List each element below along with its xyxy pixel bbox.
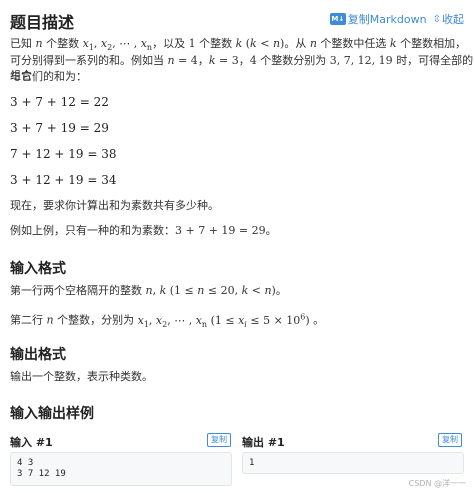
description-line-3: 与它们的和为： — [10, 70, 87, 83]
markdown-icon: M↓ — [329, 13, 346, 25]
copy-markdown-label: 复制Markdown — [347, 13, 427, 26]
task-text: 现在，要求你计算出和为素数共有多少种。 — [10, 199, 219, 212]
double-chevron-icon: ⇳ — [432, 13, 441, 25]
copy-markdown-button[interactable]: M↓ 复制Markdown — [329, 11, 427, 27]
sample-output-label: 输出 #1 — [242, 436, 285, 449]
sample-input-box[interactable]: 4 3 3 7 12 19 — [10, 452, 232, 486]
input-format-line-1: 第一行两个空格隔开的整数 n, k (1 ≤ n ≤ 20, k < n)。 — [10, 284, 287, 297]
sample-output-line-1: 1 — [249, 458, 255, 468]
copy-output-button[interactable]: 复制 — [438, 433, 462, 447]
header-actions: M↓ 复制Markdown ⇳ 收起 — [329, 11, 464, 27]
input-format-line-2: 第二行 n 个整数，分别为 x1, x2, ⋯ , xn (1 ≤ xi ≤ 5… — [10, 312, 325, 329]
input-format-title: 输入格式 — [10, 261, 66, 277]
equation-4: 3 + 12 + 19 = 34 — [10, 173, 117, 187]
sample-input-line-2: 3 7 12 19 — [17, 469, 66, 479]
sample-input-label: 输入 #1 — [10, 436, 53, 449]
description-header: 题目描述 M↓ 复制Markdown ⇳ 收起 — [10, 8, 464, 32]
samples-title: 输入输出样例 — [10, 406, 94, 422]
collapse-button[interactable]: ⇳ 收起 — [433, 11, 464, 27]
sample-output-box[interactable]: 1 — [242, 452, 464, 474]
equation-3: 7 + 12 + 19 = 38 — [10, 147, 117, 161]
description-title: 题目描述 — [10, 13, 75, 32]
equation-2: 3 + 7 + 19 = 29 — [10, 121, 109, 135]
example-text: 例如上例，只有一种的和为素数：3 + 7 + 19 = 29。 — [10, 224, 277, 237]
output-format-line-1: 输出一个整数，表示种类数。 — [10, 370, 153, 383]
csdn-watermark: CSDN @洋一一 — [408, 479, 466, 488]
collapse-label: 收起 — [442, 13, 464, 26]
sample-input-line-1: 4 3 — [17, 458, 34, 468]
output-format-title: 输出格式 — [10, 347, 66, 363]
equation-1: 3 + 7 + 12 = 22 — [10, 95, 109, 109]
problem-page: 题目描述 M↓ 复制Markdown ⇳ 收起 已知 n 个整数 x1, x2,… — [0, 0, 474, 493]
copy-input-button[interactable]: 复制 — [207, 433, 231, 447]
